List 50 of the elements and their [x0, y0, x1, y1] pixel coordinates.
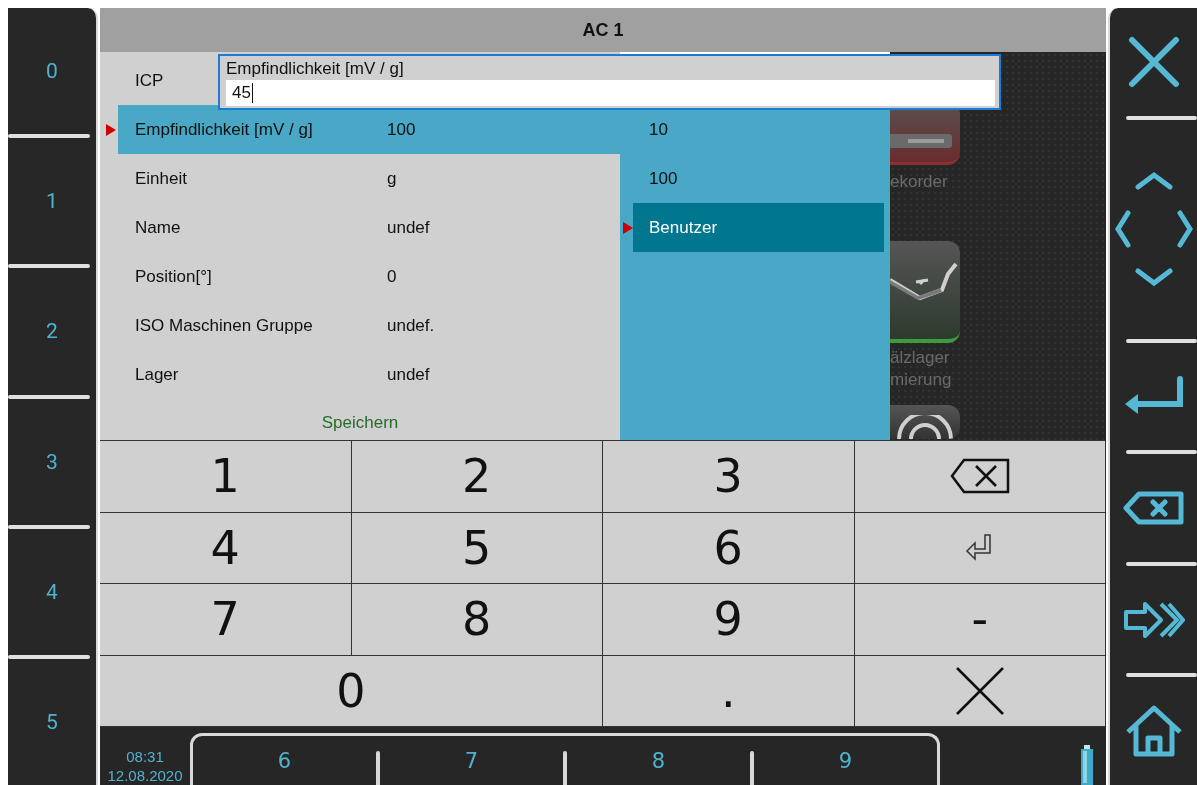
settings-row[interactable]: Einheit g — [118, 154, 620, 203]
keypad-key[interactable]: . — [603, 655, 855, 727]
settings-row[interactable]: ISO Maschinen Gruppe undef. — [118, 301, 620, 350]
time-text: 08:31 — [126, 747, 164, 766]
keypad-key[interactable]: - — [854, 584, 1106, 656]
keypad-key[interactable]: 9 — [603, 584, 855, 656]
soft-key[interactable]: 4 — [8, 528, 96, 655]
keypad-key[interactable]: 6 — [603, 512, 855, 584]
input-field[interactable]: 45 — [226, 80, 995, 106]
enter-key[interactable] — [854, 512, 1106, 584]
app-label: ekorder — [890, 171, 949, 193]
date-text: 12.08.2020 — [107, 766, 183, 785]
window-title: AC 1 — [582, 19, 624, 41]
soft-key[interactable]: 6 — [193, 736, 376, 785]
backspace-icon — [949, 458, 1010, 495]
keypad-key[interactable]: 1 — [100, 441, 352, 513]
keypad-key[interactable]: 4 — [100, 512, 352, 584]
backspace-key[interactable] — [854, 441, 1106, 513]
settings-row[interactable]: Position[°] 0 — [118, 252, 620, 301]
close-icon — [954, 665, 1005, 716]
soft-key[interactable]: 1 — [8, 138, 96, 265]
fast-forward-icon — [1122, 599, 1185, 640]
soft-key[interactable]: 9 — [754, 736, 937, 785]
app-label: mierung — [890, 369, 953, 391]
close-icon — [1127, 35, 1180, 88]
soft-key[interactable]: 0 — [8, 8, 96, 135]
battery-icon — [1080, 745, 1094, 785]
keypad-key[interactable]: 5 — [351, 512, 603, 584]
keypad-key[interactable]: 3 — [603, 441, 855, 513]
keypad-key[interactable]: 7 — [100, 584, 352, 656]
save-button[interactable]: Speichern — [315, 411, 405, 435]
settings-row[interactable]: Name undef — [118, 203, 620, 252]
soft-key[interactable]: 8 — [567, 736, 750, 785]
close-key[interactable] — [854, 655, 1106, 727]
field-label: Empfindlichkeit [mV / g] — [226, 58, 405, 80]
delete-icon — [1122, 491, 1185, 525]
keypad-key[interactable]: 2 — [351, 441, 603, 513]
soft-key[interactable]: 2 — [8, 268, 96, 395]
settings-row[interactable]: Lager undef — [118, 350, 620, 399]
soft-key[interactable]: 3 — [8, 398, 96, 525]
soft-key[interactable]: 7 — [380, 736, 563, 785]
dropdown-option[interactable]: 100 — [633, 154, 884, 203]
dropdown-option[interactable]: Benutzer — [633, 203, 884, 252]
app-tile[interactable] — [890, 405, 960, 439]
settings-row[interactable]: Empfindlichkeit [mV / g] 100 — [118, 105, 620, 154]
keypad-key[interactable]: 0 — [100, 655, 603, 727]
soft-key[interactable]: 5 — [8, 658, 96, 785]
app-tile[interactable] — [890, 241, 960, 343]
keypad-key[interactable]: 8 — [351, 584, 603, 656]
app-label: älzlager — [890, 347, 951, 369]
